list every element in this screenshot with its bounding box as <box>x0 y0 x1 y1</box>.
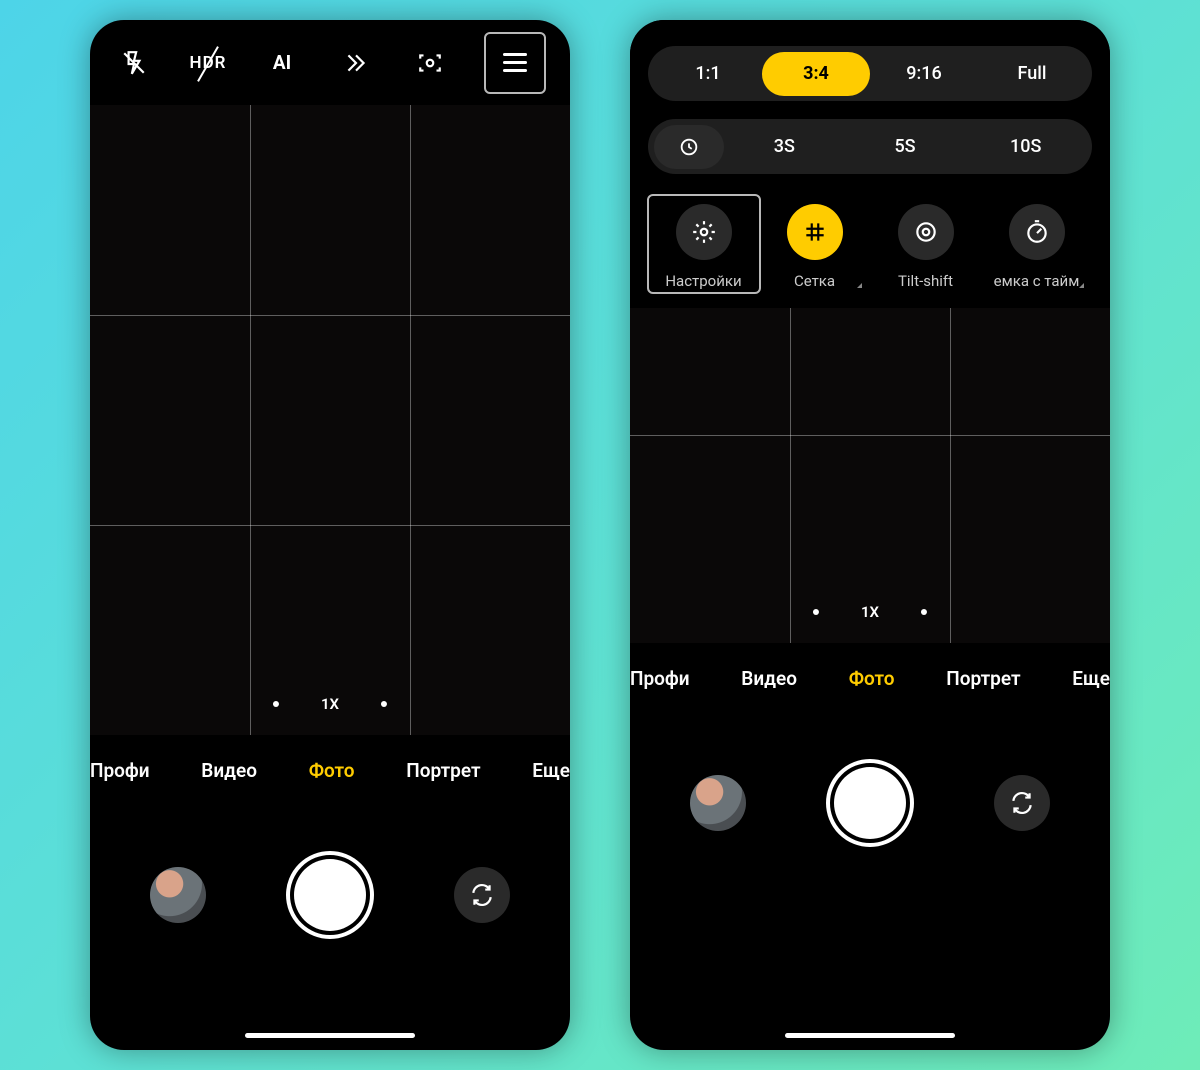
timer-5s[interactable]: 5S <box>845 125 966 169</box>
shutter-button[interactable] <box>286 851 374 939</box>
zoom-dot <box>921 609 927 615</box>
mode-portrait[interactable]: Портрет <box>406 759 480 782</box>
mode-photo[interactable]: Фото <box>309 759 355 782</box>
mode-selector[interactable]: Профи Видео Фото Портрет Еще <box>630 643 1110 713</box>
bottom-controls <box>90 805 570 985</box>
zoom-dot <box>813 609 819 615</box>
ratio-full[interactable]: Full <box>978 52 1086 96</box>
hamburger-icon <box>503 53 527 72</box>
switch-camera-icon <box>1009 790 1035 816</box>
ratio-9-16[interactable]: 9:16 <box>870 52 978 96</box>
mode-more[interactable]: Еще <box>532 759 570 782</box>
clock-icon <box>678 136 700 158</box>
google-lens-icon[interactable] <box>410 43 450 83</box>
mode-pro[interactable]: Профи <box>90 759 150 782</box>
switch-camera-button[interactable] <box>994 775 1050 831</box>
composition-grid <box>90 105 570 735</box>
grid-icon <box>802 219 828 245</box>
option-grid[interactable]: Сетка <box>760 204 870 290</box>
option-label: Tilt-shift <box>898 272 953 290</box>
mode-selector[interactable]: Профи Видео Фото Портрет Еще <box>90 735 570 805</box>
ratio-3-4[interactable]: 3:4 <box>762 52 870 96</box>
timer-icon <box>1024 219 1050 245</box>
mode-video[interactable]: Видео <box>741 667 797 690</box>
timer-10s[interactable]: 10S <box>965 125 1086 169</box>
timer-icon-chip[interactable] <box>654 125 724 169</box>
target-icon <box>913 219 939 245</box>
settings-panel: 1:1 3:4 9:16 Full 3S 5S 10S Настройки <box>630 20 1110 308</box>
zoom-label: 1X <box>861 603 879 621</box>
ratio-1-1[interactable]: 1:1 <box>654 52 762 96</box>
timer-3s[interactable]: 3S <box>724 125 845 169</box>
switch-camera-icon <box>469 882 495 908</box>
timer-row: 3S 5S 10S <box>648 119 1092 174</box>
option-label: емка с тайм <box>994 272 1080 290</box>
home-indicator[interactable] <box>245 1033 415 1038</box>
aspect-ratio-row: 1:1 3:4 9:16 Full <box>648 46 1092 101</box>
home-indicator[interactable] <box>785 1033 955 1038</box>
more-indicator-icon <box>1079 283 1084 288</box>
filters-icon[interactable] <box>336 43 376 83</box>
zoom-dot <box>381 701 387 707</box>
hdr-toggle[interactable]: HDR <box>188 43 228 83</box>
bottom-controls <box>630 713 1110 893</box>
mode-video[interactable]: Видео <box>201 759 257 782</box>
phone-screenshot-right: 1:1 3:4 9:16 Full 3S 5S 10S Настройки <box>630 20 1110 1050</box>
mode-portrait[interactable]: Портрет <box>946 667 1020 690</box>
zoom-selector[interactable]: 1X <box>273 695 387 713</box>
gallery-thumbnail[interactable] <box>150 867 206 923</box>
zoom-label: 1X <box>321 695 339 713</box>
viewfinder[interactable]: 1X <box>90 105 570 735</box>
shutter-button[interactable] <box>826 759 914 847</box>
zoom-dot <box>273 701 279 707</box>
zoom-selector[interactable]: 1X <box>813 603 927 621</box>
option-label: Сетка <box>794 272 835 290</box>
composition-grid <box>630 308 1110 643</box>
ai-toggle[interactable]: AI <box>262 43 302 83</box>
option-settings[interactable]: Настройки <box>649 204 759 290</box>
viewfinder[interactable]: 1X <box>630 308 1110 643</box>
option-timed-shot[interactable]: емка с тайм <box>982 204 1092 290</box>
shutter-inner <box>294 859 366 931</box>
switch-camera-button[interactable] <box>454 867 510 923</box>
gallery-thumbnail[interactable] <box>690 775 746 831</box>
mode-photo[interactable]: Фото <box>849 667 895 690</box>
more-indicator-icon <box>857 283 862 288</box>
camera-toolbar: HDR AI <box>90 20 570 105</box>
mode-more[interactable]: Еще <box>1072 667 1110 690</box>
highlight-box <box>647 194 761 294</box>
phone-screenshot-left: HDR AI 1X Профи Видео Фото Портрет Еще <box>90 20 570 1050</box>
menu-button[interactable] <box>484 32 546 94</box>
options-row: Настройки Сетка Tilt-shift емка с тайм <box>648 192 1092 296</box>
shutter-inner <box>834 767 906 839</box>
flash-off-icon[interactable] <box>114 43 154 83</box>
option-tilt-shift[interactable]: Tilt-shift <box>871 204 981 290</box>
mode-pro[interactable]: Профи <box>630 667 690 690</box>
